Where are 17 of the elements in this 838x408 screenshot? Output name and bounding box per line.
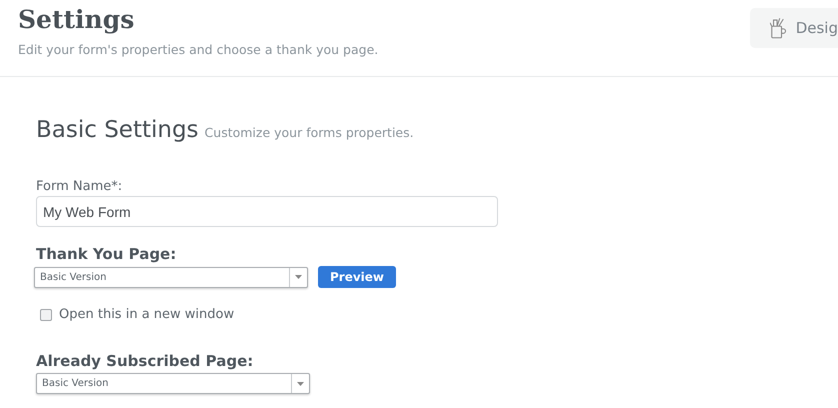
caret-icon — [295, 275, 302, 279]
checkbox[interactable] — [40, 308, 52, 320]
form-name-label: Form Name*: — [36, 179, 124, 194]
pencil-cup-icon — [770, 16, 788, 40]
preview-button[interactable]: Preview — [318, 266, 396, 288]
caret-icon — [297, 382, 304, 386]
section-subtitle: Customize your forms properties. — [204, 125, 414, 140]
page-subtitle: Edit your form's properties and choose a thank you page. — [18, 42, 378, 57]
design-button[interactable]: Desig — [750, 8, 838, 48]
already-subscribed-label: Already Subscribed Page: — [36, 352, 254, 370]
thank-you-label: Thank You Page: — [36, 245, 178, 263]
form-name-field[interactable]: My Web Form — [36, 196, 498, 227]
already-subscribed-select[interactable]: Basic Version — [36, 373, 310, 394]
thank-you-select[interactable]: Basic Version — [34, 266, 308, 288]
section-title: Basic Settings — [36, 117, 199, 143]
page-title: Settings — [18, 4, 136, 36]
checkbox-label: Open this in a new window — [59, 307, 234, 322]
